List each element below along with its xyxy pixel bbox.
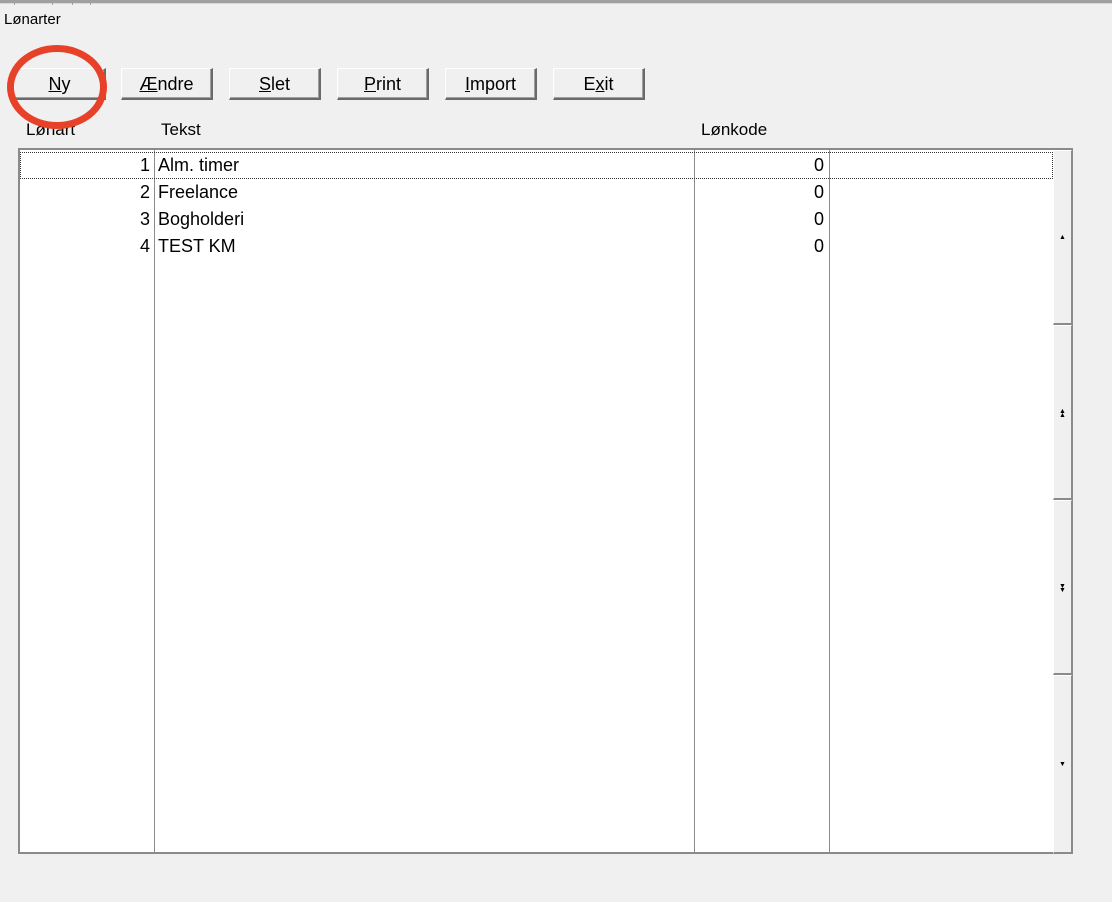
- window-top-border: [0, 0, 1112, 4]
- page-up-button[interactable]: ▲▲: [1053, 325, 1072, 500]
- table-row[interactable]: 1 Alm. timer 0: [20, 152, 1053, 179]
- scroll-up-button[interactable]: ▲: [1053, 150, 1072, 325]
- double-arrow-up-icon: ▲▲: [1059, 408, 1066, 416]
- table-row[interactable]: 2 Freelance 0: [20, 179, 1053, 206]
- ny-button[interactable]: Ny: [14, 68, 106, 100]
- slet-button[interactable]: Slet: [229, 68, 321, 100]
- arrow-up-icon: ▲: [1059, 233, 1066, 241]
- slet-button-label: let: [271, 74, 291, 94]
- cell-tekst: Alm. timer: [158, 155, 239, 175]
- exit-button-mnemonic: x: [595, 74, 605, 94]
- cell-tekst: Freelance: [158, 182, 239, 202]
- exit-button[interactable]: Exit: [553, 68, 645, 100]
- page-down-button[interactable]: ▼▼: [1053, 500, 1072, 675]
- arrow-down-icon: ▼: [1059, 760, 1066, 768]
- print-button-label: rint: [376, 74, 402, 94]
- aendre-button-label: ndre: [157, 74, 194, 94]
- ny-button-label: y: [61, 74, 71, 94]
- column-header-lonkode: Lønkode: [701, 120, 768, 139]
- exit-button-label-end: it: [604, 74, 614, 94]
- import-button[interactable]: Import: [445, 68, 537, 100]
- cell-lonkode: 0: [813, 155, 824, 175]
- cell-tekst: Bogholderi: [158, 209, 245, 229]
- table-row[interactable]: 3 Bogholderi 0: [20, 206, 1053, 233]
- double-arrow-down-icon: ▼▼: [1059, 583, 1066, 591]
- aendre-button[interactable]: Ændre: [121, 68, 213, 100]
- cell-lonkode: 0: [813, 236, 824, 256]
- grid-scrollbar[interactable]: ▲ ▲▲ ▼▼ ▼: [1053, 150, 1072, 854]
- aendre-button-mnemonic: Æ: [139, 74, 158, 94]
- cell-lonkode: 0: [813, 209, 824, 229]
- window-top-tick: [90, 0, 91, 5]
- cell-lonart: 2: [139, 182, 150, 202]
- cell-lonkode: 0: [813, 182, 824, 202]
- column-header-lonart: Lønart: [26, 120, 76, 139]
- print-button[interactable]: Print: [337, 68, 429, 100]
- exit-button-label-start: E: [583, 74, 596, 94]
- cell-lonart: 4: [139, 236, 150, 256]
- window-top-tick: [52, 0, 53, 5]
- cell-tekst: TEST KM: [158, 236, 236, 256]
- scroll-down-button[interactable]: ▼: [1053, 675, 1072, 854]
- window-title: Lønarter: [4, 11, 61, 28]
- table-row[interactable]: 4 TEST KM 0: [20, 233, 1053, 260]
- slet-button-mnemonic: S: [258, 74, 271, 94]
- lonarter-grid[interactable]: 1 Alm. timer 0 2 Freelance 0 3 Bogholder…: [18, 148, 1073, 854]
- cell-lonart: 1: [139, 155, 150, 175]
- print-button-mnemonic: P: [363, 74, 376, 94]
- import-button-label: mport: [470, 74, 517, 94]
- cell-lonart: 3: [139, 209, 150, 229]
- window-top-tick: [72, 0, 73, 5]
- window-top-tick: [14, 0, 15, 5]
- ny-button-mnemonic: N: [48, 74, 62, 94]
- column-header-tekst: Tekst: [161, 120, 201, 139]
